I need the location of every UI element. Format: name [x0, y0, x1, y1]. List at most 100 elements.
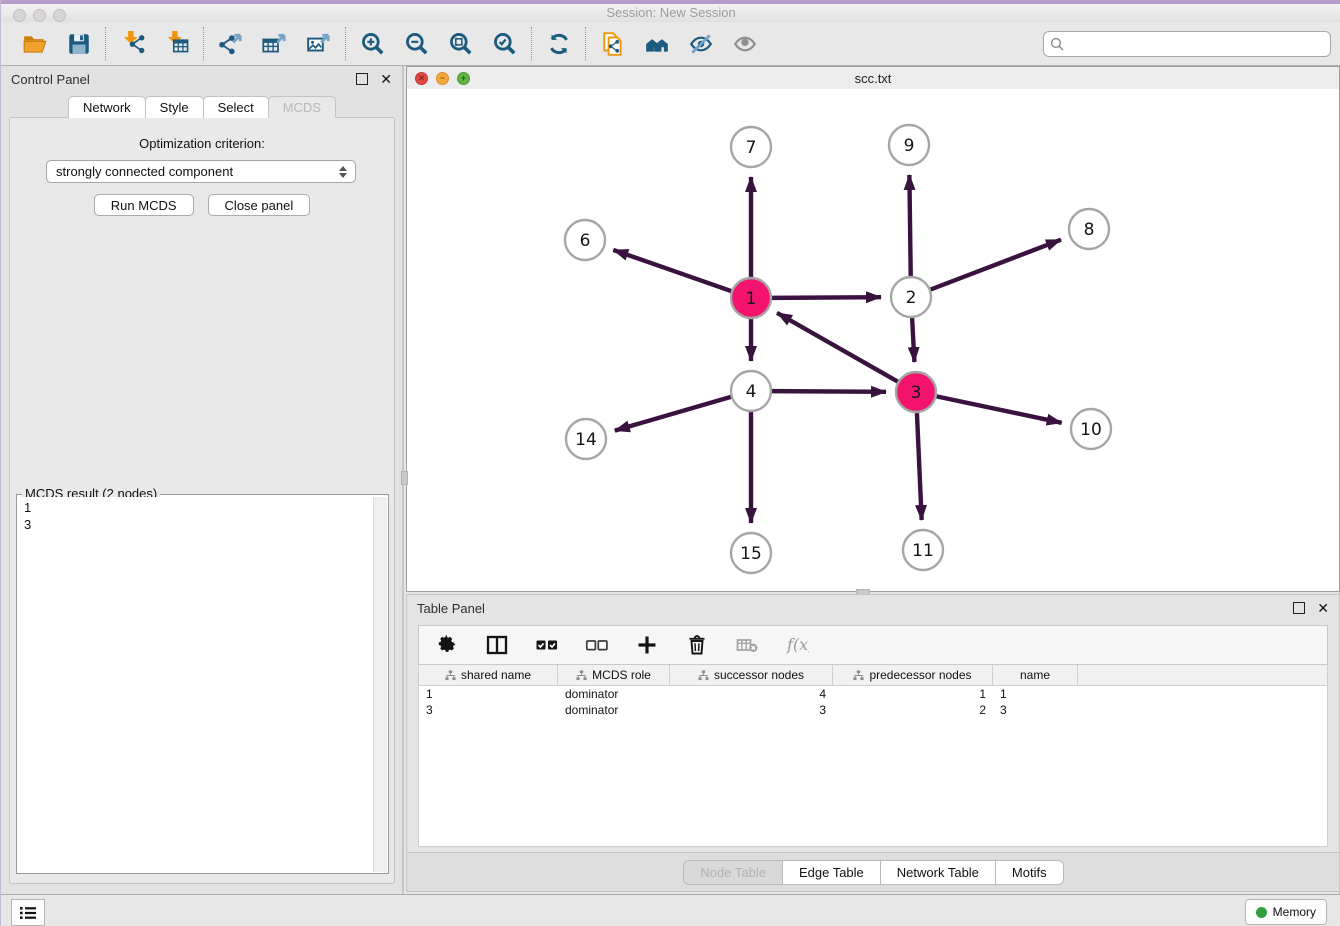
criterion-select[interactable]: strongly connected component	[46, 160, 356, 183]
edge-3-11[interactable]	[917, 413, 922, 520]
column-header-shared-name[interactable]: shared name	[419, 665, 558, 685]
table-cell[interactable]: 4	[670, 687, 833, 701]
table-row[interactable]: 3dominator323	[419, 702, 1327, 718]
task-history-button[interactable]	[11, 899, 45, 926]
clone-network-button[interactable]	[597, 28, 629, 60]
svg-text:3: 3	[911, 383, 922, 403]
zoom-fit-button[interactable]	[445, 28, 477, 60]
close-panel-icon[interactable]: ✕	[380, 74, 392, 84]
table-cell[interactable]: 3	[670, 703, 833, 717]
graph-node-6[interactable]: 6	[565, 220, 605, 260]
columns-button[interactable]	[485, 633, 509, 657]
table-cell[interactable]: 1	[833, 687, 993, 701]
edge-1-2[interactable]	[772, 297, 881, 298]
column-type-icon	[576, 670, 587, 681]
export-network-button[interactable]	[215, 28, 247, 60]
graph-node-7[interactable]: 7	[731, 127, 771, 167]
window-close-icon[interactable]	[13, 9, 26, 22]
graph-node-14[interactable]: 14	[566, 419, 606, 459]
graph-node-2[interactable]: 2	[891, 277, 931, 317]
graph-node-9[interactable]: 9	[889, 125, 929, 165]
tab-style[interactable]: Style	[145, 96, 204, 118]
table-cell[interactable]: 3	[419, 703, 558, 717]
edge-2-9[interactable]	[909, 175, 910, 276]
edge-4-3[interactable]	[772, 391, 886, 392]
tab-network-table[interactable]: Network Table	[880, 860, 996, 885]
tab-motifs[interactable]: Motifs	[995, 860, 1064, 885]
close-table-panel-icon[interactable]: ✕	[1317, 603, 1329, 613]
window-minimize-icon[interactable]	[33, 9, 46, 22]
edge-2-8[interactable]	[931, 240, 1061, 290]
select-all-button[interactable]	[535, 633, 559, 657]
mcds-result-line: 1	[24, 499, 374, 516]
gear-button[interactable]	[435, 633, 459, 657]
vertical-split-handle[interactable]	[401, 471, 408, 485]
search-input[interactable]	[1043, 31, 1331, 57]
table-cell[interactable]: 1	[419, 687, 558, 701]
table-cell[interactable]: dominator	[558, 687, 670, 701]
control-panel: Control Panel ✕ NetworkStyleSelectMCDS O…	[1, 66, 404, 894]
graph-node-10[interactable]: 10	[1071, 409, 1111, 449]
edge-4-14[interactable]	[615, 397, 731, 431]
float-panel-icon[interactable]	[356, 73, 368, 85]
window-zoom-icon[interactable]	[53, 9, 66, 22]
column-header-name[interactable]: name	[993, 665, 1078, 685]
mcds-result-scrollbar[interactable]	[373, 497, 387, 872]
graph-node-11[interactable]: 11	[903, 530, 943, 570]
graph-node-3[interactable]: 3	[896, 372, 936, 412]
column-type-icon	[698, 670, 709, 681]
table-cell[interactable]: 3	[993, 703, 1078, 717]
save-session-button[interactable]	[63, 28, 95, 60]
export-image-button[interactable]	[303, 28, 335, 60]
run-mcds-button[interactable]: Run MCDS	[94, 194, 194, 216]
add-column-button[interactable]	[635, 633, 659, 657]
graph-node-1[interactable]: 1	[731, 278, 771, 318]
mcds-result-text[interactable]: 13	[18, 497, 374, 872]
column-header-predecessor-nodes[interactable]: predecessor nodes	[833, 665, 993, 685]
network-canvas[interactable]: 7 9 6 8 1 2 4 3 14 10 15 11	[407, 89, 1339, 591]
edge-1-6[interactable]	[613, 250, 731, 291]
close-panel-button[interactable]: Close panel	[208, 194, 311, 216]
tab-edge-table[interactable]: Edge Table	[782, 860, 881, 885]
edge-3-1[interactable]	[777, 313, 898, 382]
network-close-icon[interactable]: ✕	[415, 72, 428, 85]
open-session-button[interactable]	[19, 28, 51, 60]
import-network-button[interactable]	[117, 28, 149, 60]
network-maximize-icon[interactable]: +	[457, 72, 470, 85]
deselect-all-icon	[585, 633, 609, 657]
tab-network[interactable]: Network	[68, 96, 146, 118]
network-minimize-icon[interactable]: −	[436, 72, 449, 85]
float-table-panel-icon[interactable]	[1293, 602, 1305, 614]
graph-node-8[interactable]: 8	[1069, 209, 1109, 249]
zoom-selected-button[interactable]	[489, 28, 521, 60]
deselect-all-button[interactable]	[585, 633, 609, 657]
delete-column-button[interactable]	[685, 633, 709, 657]
refresh-button[interactable]	[543, 28, 575, 60]
zoom-out-button[interactable]	[401, 28, 433, 60]
svg-text:4: 4	[746, 382, 757, 402]
table-cell[interactable]: dominator	[558, 703, 670, 717]
column-header-MCDS-role[interactable]: MCDS role	[558, 665, 670, 685]
show-graphics-button[interactable]	[729, 28, 761, 60]
graph-node-4[interactable]: 4	[731, 371, 771, 411]
table-cell[interactable]: 2	[833, 703, 993, 717]
home-pair-button[interactable]	[641, 28, 673, 60]
table-row[interactable]: 1dominator411	[419, 686, 1327, 702]
list-icon	[19, 905, 37, 921]
zoom-in-button[interactable]	[357, 28, 389, 60]
export-table-button[interactable]	[259, 28, 291, 60]
import-table-button[interactable]	[161, 28, 193, 60]
tab-node-table[interactable]: Node Table	[683, 860, 783, 885]
mcds-result-line: 3	[24, 516, 374, 533]
tab-select[interactable]: Select	[203, 96, 269, 118]
network-window-titlebar[interactable]: ✕ − + scc.txt	[407, 67, 1339, 90]
edge-2-3[interactable]	[912, 318, 914, 362]
edge-3-10[interactable]	[937, 396, 1062, 422]
memory-button[interactable]: Memory	[1245, 899, 1327, 925]
table-cell[interactable]: 1	[993, 687, 1078, 701]
graph-node-15[interactable]: 15	[731, 533, 771, 573]
column-header-successor-nodes[interactable]: successor nodes	[670, 665, 833, 685]
function-builder-icon: f(x)	[785, 633, 809, 657]
hide-graphics-button[interactable]	[685, 28, 717, 60]
tab-mcds[interactable]: MCDS	[268, 96, 336, 118]
